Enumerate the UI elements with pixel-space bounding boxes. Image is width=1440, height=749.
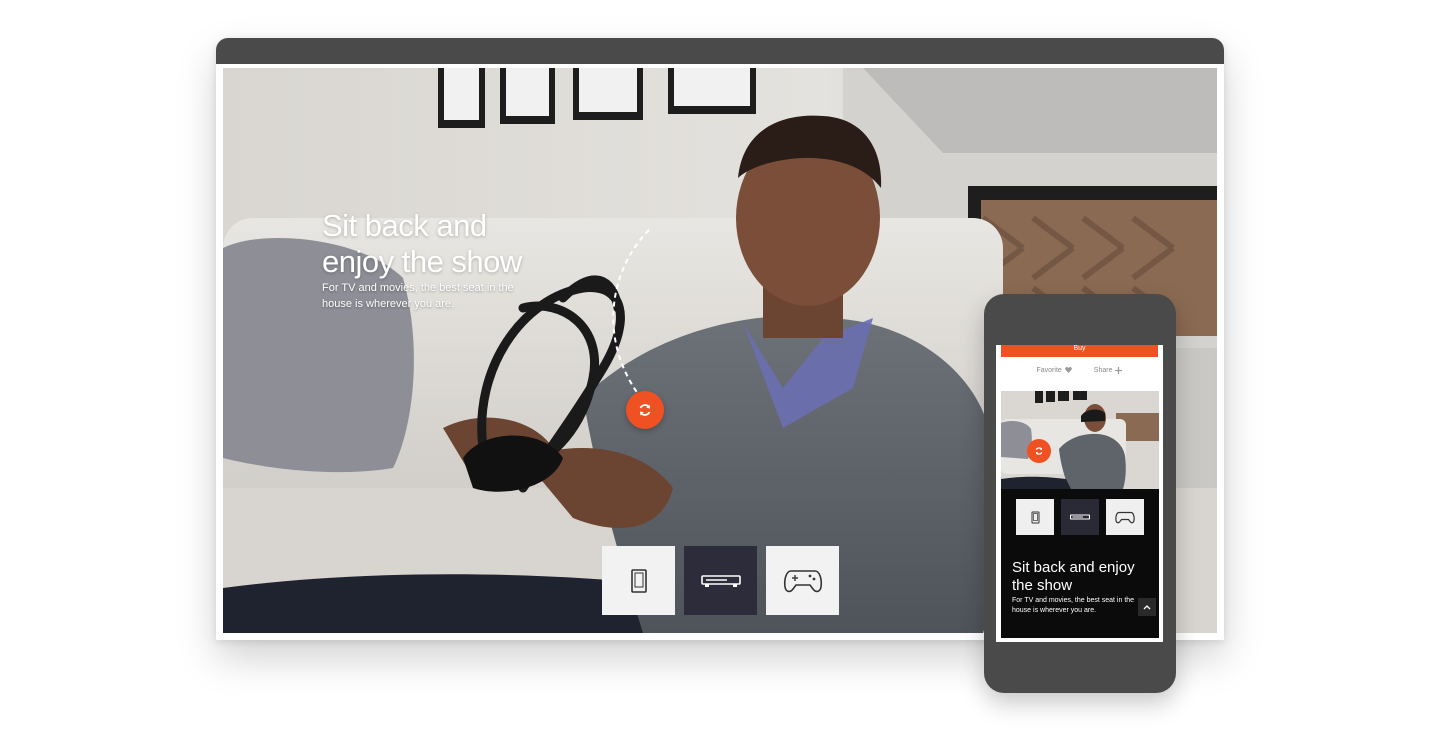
hero-subtitle: For TV and movies, the best seat in the … xyxy=(322,282,514,310)
action-row: Favorite Share xyxy=(996,363,1163,377)
phone-tile-console[interactable] xyxy=(1061,499,1099,535)
favorite-label: Favorite xyxy=(1036,366,1062,374)
scroll-top-button[interactable] xyxy=(1138,598,1156,616)
phone-subtitle: For TV and movies, the best seat in the … xyxy=(1012,597,1135,614)
gamepad-icon xyxy=(783,569,822,592)
console-icon xyxy=(700,574,741,587)
phone-screen: Buy Favorite Share Sit back and enjoy th… xyxy=(996,345,1163,642)
phone-hero-image xyxy=(1001,391,1159,489)
rotate-icon xyxy=(639,404,651,416)
phone-tile-gamepad[interactable] xyxy=(1106,499,1144,535)
share-button[interactable]: Share xyxy=(1093,366,1123,374)
plus-icon xyxy=(1115,366,1123,374)
hero-title: Sit back and enjoy the show xyxy=(322,208,522,279)
buy-button[interactable]: Buy xyxy=(1001,345,1158,357)
tile-gamepad[interactable] xyxy=(766,546,839,615)
tablet-icon xyxy=(1031,511,1039,523)
rotate-icon xyxy=(1035,447,1043,455)
rotate-guide-arc xyxy=(612,229,650,399)
rotate-360-button[interactable] xyxy=(626,391,664,429)
phone-device-selector xyxy=(1016,499,1144,535)
share-label: Share xyxy=(1093,366,1113,374)
phone-hero-photo xyxy=(1001,391,1159,489)
phone-mockup: Buy Favorite Share Sit back and enjoy th… xyxy=(984,294,1176,693)
favorite-button[interactable]: Favorite xyxy=(1037,367,1072,374)
phone-content-panel: Sit back and enjoy the show For TV and m… xyxy=(1001,489,1159,638)
console-icon xyxy=(1070,513,1090,520)
tablet-icon xyxy=(630,568,647,593)
browser-title-bar xyxy=(216,38,1224,64)
heart-icon xyxy=(1064,367,1072,373)
gamepad-icon xyxy=(1115,511,1135,523)
phone-title: Sit back and enjoy the show xyxy=(1012,559,1135,594)
tile-console[interactable] xyxy=(684,546,757,615)
chevron-up-icon xyxy=(1143,605,1151,610)
phone-tile-tablet[interactable] xyxy=(1016,499,1054,535)
device-selector xyxy=(602,546,839,615)
phone-rotate-button[interactable] xyxy=(1027,439,1051,463)
tile-tablet[interactable] xyxy=(602,546,675,615)
